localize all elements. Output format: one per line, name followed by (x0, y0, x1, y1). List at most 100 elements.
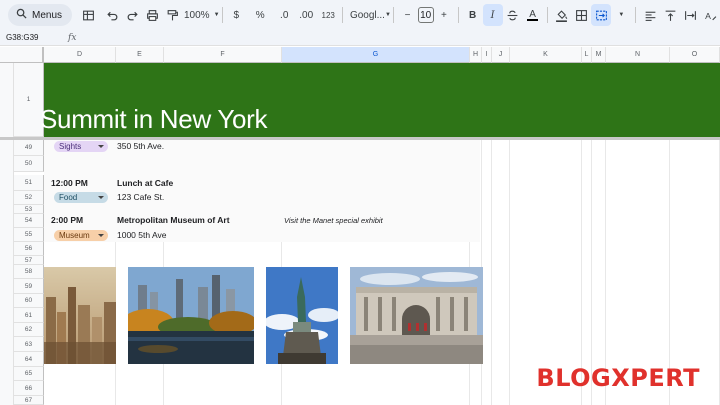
row-header[interactable]: 57 (14, 256, 44, 265)
row-header[interactable]: 59 (14, 279, 44, 294)
time-cell[interactable]: 12:00 PM (51, 178, 88, 188)
decrease-decimal-button[interactable]: .0 (274, 4, 294, 26)
column-header[interactable]: I (482, 47, 492, 63)
chip-label: Food (59, 193, 78, 202)
text-color-bar (527, 18, 539, 21)
decrease-font-size-button[interactable]: − (398, 4, 418, 26)
select-all-corner[interactable] (0, 47, 44, 63)
undo-icon[interactable] (102, 4, 122, 26)
itinerary-panel (44, 140, 480, 242)
search-icon (16, 8, 27, 22)
category-chip-food[interactable]: Food (54, 192, 108, 203)
chip-label: Sights (59, 142, 82, 151)
merge-cells-icon[interactable] (591, 4, 612, 26)
column-header[interactable]: E (116, 47, 164, 63)
row-header[interactable]: 50 (14, 156, 44, 172)
borders-icon[interactable] (571, 4, 591, 26)
row-header[interactable]: 55 (14, 228, 44, 242)
percent-format-button[interactable]: % (250, 4, 270, 26)
text-color-button[interactable]: A (523, 4, 543, 26)
column-header[interactable]: N (606, 47, 670, 63)
strikethrough-icon[interactable] (503, 4, 523, 26)
chevron-down-icon: ▼ (213, 12, 220, 18)
merge-dropdown-chevron-icon[interactable]: ▼ (611, 4, 631, 26)
font-family-value: Googl... (349, 9, 385, 21)
note-cell[interactable]: Visit the Manet special exhibit (284, 216, 383, 225)
row-header[interactable]: 66 (14, 381, 44, 396)
toolbar: Menus 100% ▼ $ % .0 .00 123 Googl... ▼ − 1… (0, 0, 720, 30)
increase-decimal-label: .00 (299, 9, 314, 21)
address-cell[interactable]: 123 Cafe St. (117, 192, 164, 202)
zoom-select[interactable]: 100% ▼ (184, 4, 220, 26)
column-header[interactable]: G (282, 47, 470, 63)
time-cell[interactable]: 2:00 PM (51, 215, 83, 225)
address-cell[interactable]: 350 5th Ave. (117, 141, 164, 151)
increase-font-size-button[interactable]: + (434, 4, 454, 26)
row-header[interactable]: 64 (14, 352, 44, 367)
row-header[interactable]: 67 (14, 396, 44, 405)
event-title-cell[interactable]: Metropolitan Museum of Art (117, 215, 230, 225)
zoom-value: 100% (184, 9, 210, 21)
row-header[interactable]: 65 (14, 367, 44, 381)
column-header[interactable]: J (492, 47, 510, 63)
redo-icon[interactable] (122, 4, 142, 26)
currency-format-button[interactable]: $ (226, 4, 246, 26)
city-skyline-photo[interactable] (44, 267, 116, 364)
row-header[interactable]: 49 (14, 140, 44, 156)
number-format-button[interactable]: 123 (318, 4, 338, 26)
italic-button[interactable]: I (482, 4, 503, 26)
row-group-gutter (0, 63, 14, 405)
row-header[interactable]: 56 (14, 242, 44, 256)
row-header[interactable]: 51 (14, 175, 44, 191)
bold-button[interactable]: B (463, 4, 483, 26)
fill-color-icon[interactable] (551, 4, 571, 26)
divider (457, 7, 459, 23)
plus-label: + (440, 9, 447, 21)
horizontal-align-icon[interactable] (640, 4, 660, 26)
column-header[interactable]: M (592, 47, 606, 63)
text-wrapping-icon[interactable] (680, 4, 700, 26)
central-park-photo[interactable] (128, 267, 254, 364)
row-header[interactable]: 60 (14, 294, 44, 308)
grid-column (492, 140, 510, 405)
column-header[interactable]: F (164, 47, 282, 63)
row-header[interactable]: 61 (14, 308, 44, 323)
divider (342, 7, 343, 23)
row-header[interactable]: 58 (14, 265, 44, 279)
row-header[interactable]: 53 (14, 205, 44, 214)
vertical-align-icon[interactable] (660, 4, 680, 26)
column-header[interactable]: H (470, 47, 482, 63)
table-icon[interactable] (78, 4, 98, 26)
column-header[interactable]: L (582, 47, 592, 63)
event-title-cell[interactable]: Lunch at Cafe (117, 178, 173, 188)
formula-input[interactable] (84, 30, 720, 45)
column-header[interactable]: D (44, 47, 116, 63)
row-header[interactable]: 62 (14, 323, 44, 337)
address-cell[interactable]: 1000 5th Ave (117, 230, 166, 240)
chevron-down-icon (98, 234, 104, 237)
svg-text:A: A (705, 10, 711, 20)
row-header[interactable]: 52 (14, 191, 44, 205)
font-family-select[interactable]: Googl... ▼ (347, 4, 391, 26)
column-header[interactable]: O (670, 47, 720, 63)
category-chip-museum[interactable]: Museum (54, 230, 108, 241)
freeze-divider[interactable] (0, 137, 720, 140)
column-header[interactable]: K (510, 47, 582, 63)
page-title[interactable]: Summit in New York (40, 104, 268, 135)
divider (546, 7, 548, 23)
menus-search-button[interactable]: Menus (8, 4, 73, 26)
category-chip-sights[interactable]: Sights (54, 141, 108, 152)
statue-of-liberty-photo[interactable] (266, 267, 338, 364)
increase-decimal-button[interactable]: .00 (296, 4, 316, 26)
row-header[interactable]: 63 (14, 337, 44, 352)
minus-label: − (404, 9, 411, 21)
chevron-down-icon (98, 196, 104, 199)
text-rotation-icon[interactable]: A (700, 4, 720, 26)
name-box[interactable]: G38:G39 (0, 33, 56, 42)
divider (635, 7, 637, 23)
row-header[interactable]: 54 (14, 214, 44, 228)
font-size-input[interactable]: 10 (417, 7, 434, 23)
print-icon[interactable] (142, 4, 162, 26)
metropolitan-museum-photo[interactable] (350, 267, 483, 364)
paint-format-icon[interactable] (162, 4, 182, 26)
